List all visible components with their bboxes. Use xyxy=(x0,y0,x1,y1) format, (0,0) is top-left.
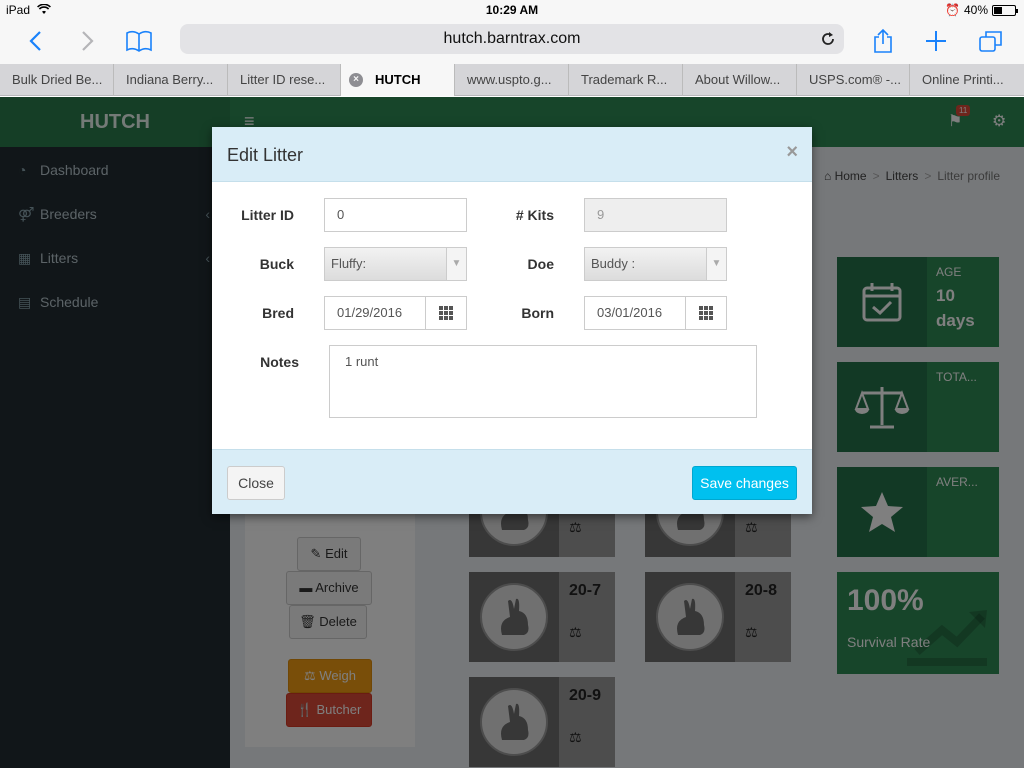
doe-select[interactable]: Buddy : ▼ xyxy=(584,247,727,281)
tab-hutch[interactable]: × HUTCH xyxy=(341,64,455,96)
chevron-down-icon: ▼ xyxy=(706,248,726,280)
clock: 10:29 AM xyxy=(485,3,539,17)
bred-calendar-button[interactable] xyxy=(425,296,467,330)
tab-indiana-berry[interactable]: Indiana Berry... xyxy=(114,64,228,96)
status-bar: iPad 10:29 AM ⏰ 40% xyxy=(0,0,1024,20)
close-icon[interactable]: × xyxy=(786,141,798,164)
tab-trademark[interactable]: Trademark R... xyxy=(569,64,683,96)
modal-title: Edit Litter xyxy=(227,145,304,165)
buck-select-value: Fluffy: xyxy=(331,256,367,271)
tab-bulk-dried[interactable]: Bulk Dried Be... xyxy=(0,64,114,96)
close-button[interactable]: Close xyxy=(227,466,285,500)
browser-toolbar: hutch.barntrax.com xyxy=(0,20,1024,64)
tab-uspto[interactable]: www.uspto.g... xyxy=(455,64,569,96)
url-text: hutch.barntrax.com xyxy=(443,30,581,47)
grid-icon xyxy=(439,306,453,320)
tab-label: About Willow... xyxy=(695,72,781,87)
new-tab-icon[interactable] xyxy=(921,26,951,56)
alarm-icon: ⏰ xyxy=(945,3,960,17)
tab-label: HUTCH xyxy=(375,72,421,87)
tabs-overview-icon[interactable] xyxy=(976,26,1006,56)
address-bar[interactable]: hutch.barntrax.com xyxy=(180,24,844,54)
born-label: Born xyxy=(521,305,554,321)
buck-select[interactable]: Fluffy: ▼ xyxy=(324,247,467,281)
buck-label: Buck xyxy=(259,256,294,272)
tab-label: USPS.com® -... xyxy=(809,72,901,87)
share-icon[interactable] xyxy=(868,26,898,56)
born-date-input[interactable]: 03/01/2016 xyxy=(584,296,686,330)
doe-label: Doe xyxy=(527,256,554,272)
bred-label: Bred xyxy=(262,305,294,321)
forward-icon[interactable] xyxy=(73,26,103,56)
notes-textarea[interactable]: 1 runt xyxy=(329,345,757,418)
bred-date-input[interactable]: 01/29/2016 xyxy=(324,296,426,330)
kits-label: # Kits xyxy=(515,207,554,223)
tab-label: Indiana Berry... xyxy=(126,72,214,87)
tab-label: Online Printi... xyxy=(922,72,1004,87)
tab-label: Bulk Dried Be... xyxy=(12,72,103,87)
browser-tab-bar: Bulk Dried Be... Indiana Berry... Litter… xyxy=(0,64,1024,96)
tab-online-printing[interactable]: Online Printi... xyxy=(910,64,1024,96)
battery-icon xyxy=(992,4,1018,16)
tab-label: Trademark R... xyxy=(581,72,668,87)
tab-label: Litter ID rese... xyxy=(240,72,326,87)
modal-header: Edit Litter × xyxy=(212,127,812,182)
save-changes-button[interactable]: Save changes xyxy=(692,466,797,500)
grid-icon xyxy=(699,306,713,320)
tab-label: www.uspto.g... xyxy=(467,72,552,87)
kits-input: 9 xyxy=(584,198,727,232)
close-tab-icon[interactable]: × xyxy=(349,73,363,87)
tab-usps[interactable]: USPS.com® -... xyxy=(797,64,910,96)
modal-footer: Close Save changes xyxy=(212,449,812,514)
litter-id-label: Litter ID xyxy=(241,207,294,223)
tab-litter-id[interactable]: Litter ID rese... xyxy=(228,64,341,96)
litter-id-input[interactable]: 0 xyxy=(324,198,467,232)
edit-litter-modal: Edit Litter × Litter ID 0 # Kits 9 Buck … xyxy=(212,127,812,514)
doe-select-value: Buddy : xyxy=(591,256,636,271)
born-calendar-button[interactable] xyxy=(685,296,727,330)
notes-label: Notes xyxy=(260,354,299,370)
battery-percent: 40% xyxy=(963,3,988,17)
tab-about-willow[interactable]: About Willow... xyxy=(683,64,797,96)
back-icon[interactable] xyxy=(20,26,50,56)
reload-icon[interactable] xyxy=(820,24,836,58)
bookmarks-icon[interactable] xyxy=(124,26,154,56)
chevron-down-icon: ▼ xyxy=(446,248,466,280)
